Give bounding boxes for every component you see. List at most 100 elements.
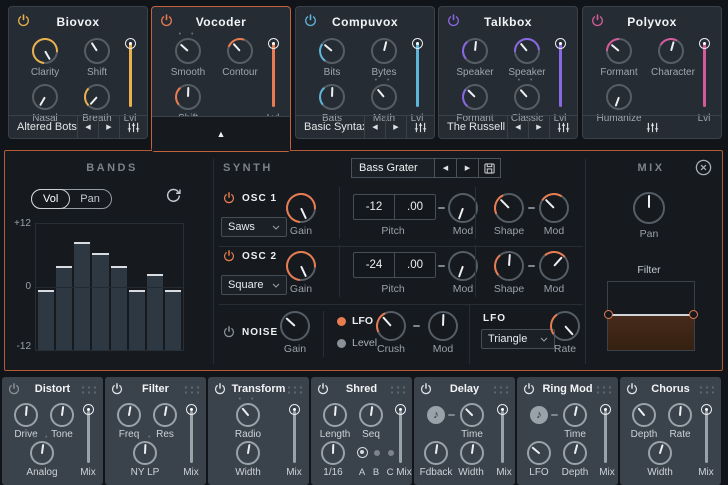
module-card-biovox[interactable]: Biovox Clarity Shift Nasal Breath Lvl Al…: [8, 6, 148, 139]
level-slider-track[interactable]: [559, 43, 562, 107]
seq-c-radio[interactable]: [388, 450, 394, 456]
drive-knob[interactable]: [14, 403, 38, 427]
bands-bar-chart[interactable]: [35, 223, 184, 351]
preset-name[interactable]: Basic Syntax: [296, 121, 364, 133]
mixer-icon[interactable]: [119, 116, 147, 138]
clarity-knob[interactable]: [32, 38, 58, 64]
tempo-sync-note-icon[interactable]: ♪: [427, 406, 445, 424]
osc2-pitch-semitones[interactable]: -24: [354, 253, 394, 277]
level-radio[interactable]: [337, 339, 346, 348]
width-knob[interactable]: [648, 441, 672, 465]
mix-slider-track[interactable]: [190, 411, 193, 463]
analog-knob[interactable]: [30, 441, 54, 465]
osc1-gain-knob[interactable]: [286, 193, 316, 223]
preset-name[interactable]: Altered Bots: [9, 121, 77, 133]
mix-slider-thumb[interactable]: [186, 404, 197, 415]
next-preset-button[interactable]: ▶: [457, 158, 479, 178]
prev-preset-button[interactable]: ◀: [435, 158, 457, 178]
close-icon[interactable]: [695, 159, 712, 181]
width-knob[interactable]: [236, 441, 260, 465]
formant-knob[interactable]: [606, 38, 632, 64]
width-knob[interactable]: [460, 441, 484, 465]
level-slider-thumb[interactable]: [268, 38, 279, 49]
module-card-compuvox[interactable]: Compuvox Bits Bytes • • Bats Math Lvl Ba…: [295, 6, 435, 139]
osc1-pitch-cents[interactable]: .00: [394, 195, 435, 219]
filter-display[interactable]: [607, 281, 695, 351]
level-slider-thumb[interactable]: [699, 38, 710, 49]
mix-slider-track[interactable]: [87, 411, 90, 463]
module-card-vocoder[interactable]: Vocoder • • Smooth Contour Shift Lvl ▲: [151, 6, 291, 152]
lfo-knob[interactable]: [527, 441, 551, 465]
crush-knob[interactable]: [376, 311, 406, 341]
mixer-icon[interactable]: [549, 116, 577, 138]
radio-knob[interactable]: [236, 403, 260, 427]
osc2-power-icon[interactable]: [223, 249, 236, 262]
mix-slider-track[interactable]: [501, 411, 504, 463]
band-bar[interactable]: [147, 274, 163, 350]
osc1-shape-mod-knob[interactable]: [539, 193, 569, 223]
math-knob[interactable]: [371, 84, 397, 110]
noise-power-icon[interactable]: [223, 325, 236, 338]
bytes-knob[interactable]: [371, 38, 397, 64]
bits-knob[interactable]: [319, 38, 345, 64]
character-knob[interactable]: [658, 38, 684, 64]
nasal-knob[interactable]: [32, 84, 58, 110]
seq-a-radio[interactable]: [357, 447, 368, 458]
depth-knob[interactable]: [563, 441, 587, 465]
filter-low-handle[interactable]: [604, 310, 613, 319]
effect-module-filter[interactable]: Filter Freq Res • • NY LP Mix: [105, 377, 206, 485]
level-slider-thumb[interactable]: [555, 38, 566, 49]
drag-handle-icon[interactable]: [183, 385, 200, 394]
mix-slider-track[interactable]: [604, 411, 607, 463]
vol-toggle-option[interactable]: Vol: [31, 189, 70, 209]
filter-type-knob[interactable]: [133, 441, 157, 465]
osc2-shape-knob[interactable]: [494, 251, 524, 281]
pan-knob[interactable]: [633, 192, 665, 224]
module-card-talkbox[interactable]: Talkbox Speaker Speaker • • Formant Clas…: [438, 6, 578, 139]
osc1-shape-knob[interactable]: [494, 193, 524, 223]
humanize-knob[interactable]: [606, 84, 632, 110]
level-slider-track[interactable]: [416, 43, 419, 107]
vol-pan-toggle[interactable]: Vol Pan: [31, 189, 112, 209]
filter-high-handle[interactable]: [689, 310, 698, 319]
res-knob[interactable]: [153, 403, 177, 427]
speaker-knob[interactable]: [462, 38, 488, 64]
time-knob[interactable]: [563, 403, 587, 427]
drag-handle-icon[interactable]: [80, 385, 97, 394]
effect-module-ring-mod[interactable]: Ring Mod ♪ Time LFO Depth Mix: [517, 377, 618, 485]
shift-knob[interactable]: [84, 38, 110, 64]
effect-module-distort[interactable]: Distort Drive Tone • • Analog Mix: [2, 377, 103, 485]
mix-slider-thumb[interactable]: [289, 404, 300, 415]
mix-slider-track[interactable]: [705, 411, 708, 463]
mix-slider-thumb[interactable]: [83, 404, 94, 415]
synth-preset-selector[interactable]: Bass Grater ◀ ▶: [351, 158, 501, 178]
osc2-gain-knob[interactable]: [286, 251, 316, 281]
level-slider-track[interactable]: [272, 43, 275, 107]
preset-name[interactable]: The Russell: [439, 121, 507, 133]
next-preset-button[interactable]: ▶: [385, 116, 406, 138]
mixer-icon[interactable]: [406, 116, 434, 138]
mix-slider-thumb[interactable]: [701, 404, 712, 415]
formant-knob[interactable]: [462, 84, 488, 110]
freq-knob[interactable]: [117, 403, 141, 427]
preset-name[interactable]: Bass Grater: [351, 158, 435, 178]
osc2-shape-mod-knob[interactable]: [539, 251, 569, 281]
next-preset-button[interactable]: ▶: [98, 116, 119, 138]
band-bar[interactable]: [129, 290, 145, 350]
tone-knob[interactable]: [50, 403, 74, 427]
drag-handle-icon[interactable]: [389, 385, 406, 394]
seq-b-radio[interactable]: [374, 450, 380, 456]
length-knob[interactable]: [323, 403, 347, 427]
osc2-pitch-cents[interactable]: .00: [394, 253, 435, 277]
band-bar[interactable]: [165, 290, 181, 350]
level-slider-thumb[interactable]: [412, 38, 423, 49]
level-slider-track[interactable]: [703, 43, 706, 107]
osc1-pitch-mod-knob[interactable]: [448, 193, 478, 223]
filter-line[interactable]: [608, 314, 694, 316]
shift-knob[interactable]: [175, 84, 201, 110]
band-bar[interactable]: [56, 266, 72, 350]
next-preset-button[interactable]: ▶: [528, 116, 549, 138]
seq-knob[interactable]: [359, 403, 383, 427]
save-preset-icon[interactable]: [479, 158, 501, 178]
noise-gain-knob[interactable]: [280, 311, 310, 341]
